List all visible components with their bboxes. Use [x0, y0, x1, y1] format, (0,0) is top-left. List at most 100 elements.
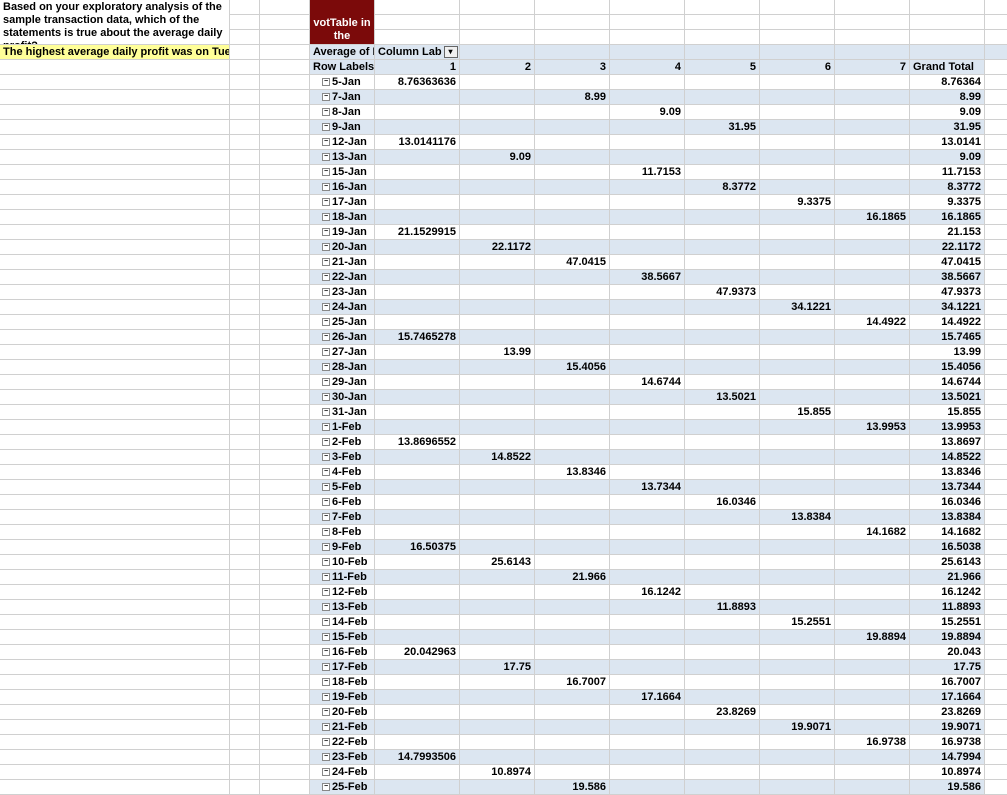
data-cell — [685, 135, 760, 150]
collapse-icon[interactable]: − — [322, 258, 330, 266]
row-labels-header[interactable]: Row Labels▾ — [310, 60, 375, 75]
row-label[interactable]: −17-Jan — [310, 195, 375, 210]
row-label[interactable]: −19-Jan — [310, 225, 375, 240]
collapse-icon[interactable]: − — [322, 423, 330, 431]
row-label[interactable]: −26-Jan — [310, 330, 375, 345]
collapse-icon[interactable]: − — [322, 693, 330, 701]
collapse-icon[interactable]: − — [322, 723, 330, 731]
row-label[interactable]: −21-Feb — [310, 720, 375, 735]
collapse-icon[interactable]: − — [322, 588, 330, 596]
row-label[interactable]: −15-Jan — [310, 165, 375, 180]
row-label[interactable]: −18-Feb — [310, 675, 375, 690]
collapse-icon[interactable]: − — [322, 453, 330, 461]
collapse-icon[interactable]: − — [322, 768, 330, 776]
collapse-icon[interactable]: − — [322, 138, 330, 146]
collapse-icon[interactable]: − — [322, 198, 330, 206]
collapse-icon[interactable]: − — [322, 438, 330, 446]
row-label[interactable]: −20-Jan — [310, 240, 375, 255]
row-label[interactable]: −25-Feb — [310, 780, 375, 795]
collapse-icon[interactable]: − — [322, 663, 330, 671]
row-label[interactable]: −9-Jan — [310, 120, 375, 135]
collapse-icon[interactable]: − — [322, 288, 330, 296]
filter-dropdown-icon[interactable]: ▾ — [444, 46, 458, 58]
row-label[interactable]: −1-Feb — [310, 420, 375, 435]
row-label[interactable]: −16-Feb — [310, 645, 375, 660]
row-label[interactable]: −5-Jan — [310, 75, 375, 90]
row-label[interactable]: −22-Jan — [310, 270, 375, 285]
collapse-icon[interactable]: − — [322, 243, 330, 251]
collapse-icon[interactable]: − — [322, 348, 330, 356]
row-label[interactable]: −18-Jan — [310, 210, 375, 225]
collapse-icon[interactable]: − — [322, 93, 330, 101]
row-label[interactable]: −21-Jan — [310, 255, 375, 270]
row-label[interactable]: −17-Feb — [310, 660, 375, 675]
collapse-icon[interactable]: − — [322, 408, 330, 416]
row-label[interactable]: −16-Jan — [310, 180, 375, 195]
row-label[interactable]: −2-Feb — [310, 435, 375, 450]
row-label[interactable]: −5-Feb — [310, 480, 375, 495]
row-label[interactable]: −14-Feb — [310, 615, 375, 630]
row-label[interactable]: −12-Jan — [310, 135, 375, 150]
row-label[interactable]: −15-Feb — [310, 630, 375, 645]
collapse-icon[interactable]: − — [322, 753, 330, 761]
row-label[interactable]: −27-Jan — [310, 345, 375, 360]
collapse-icon[interactable]: − — [322, 168, 330, 176]
collapse-icon[interactable]: − — [322, 228, 330, 236]
collapse-icon[interactable]: − — [322, 558, 330, 566]
collapse-icon[interactable]: − — [322, 153, 330, 161]
row-label[interactable]: −7-Feb — [310, 510, 375, 525]
collapse-icon[interactable]: − — [322, 483, 330, 491]
row-label[interactable]: −12-Feb — [310, 585, 375, 600]
collapse-icon[interactable]: − — [322, 603, 330, 611]
collapse-icon[interactable]: − — [322, 528, 330, 536]
row-label[interactable]: −13-Feb — [310, 600, 375, 615]
row-label[interactable]: −8-Jan — [310, 105, 375, 120]
collapse-icon[interactable]: − — [322, 303, 330, 311]
row-label[interactable]: −6-Feb — [310, 495, 375, 510]
collapse-icon[interactable]: − — [322, 363, 330, 371]
row-label[interactable]: −24-Jan — [310, 300, 375, 315]
collapse-icon[interactable]: − — [322, 498, 330, 506]
collapse-icon[interactable]: − — [322, 183, 330, 191]
collapse-icon[interactable]: − — [322, 708, 330, 716]
collapse-icon[interactable]: − — [322, 648, 330, 656]
row-label[interactable]: −28-Jan — [310, 360, 375, 375]
row-label[interactable]: −30-Jan — [310, 390, 375, 405]
row-label[interactable]: −31-Jan — [310, 405, 375, 420]
collapse-icon[interactable]: − — [322, 783, 330, 791]
collapse-icon[interactable]: − — [322, 393, 330, 401]
row-label[interactable]: −29-Jan — [310, 375, 375, 390]
collapse-icon[interactable]: − — [322, 618, 330, 626]
row-label[interactable]: −9-Feb — [310, 540, 375, 555]
collapse-icon[interactable]: − — [322, 78, 330, 86]
row-label[interactable]: −24-Feb — [310, 765, 375, 780]
collapse-icon[interactable]: − — [322, 678, 330, 686]
row-label[interactable]: −23-Feb — [310, 750, 375, 765]
row-label[interactable]: −25-Jan — [310, 315, 375, 330]
pivot-cols-header[interactable]: Column Lab▾ — [375, 45, 460, 60]
row-label[interactable]: −13-Jan — [310, 150, 375, 165]
row-label[interactable]: −11-Feb — [310, 570, 375, 585]
collapse-icon[interactable]: − — [322, 273, 330, 281]
row-label[interactable]: −23-Jan — [310, 285, 375, 300]
collapse-icon[interactable]: − — [322, 633, 330, 641]
collapse-icon[interactable]: − — [322, 318, 330, 326]
collapse-icon[interactable]: − — [322, 573, 330, 581]
collapse-icon[interactable]: − — [322, 378, 330, 386]
row-label[interactable]: −8-Feb — [310, 525, 375, 540]
collapse-icon[interactable]: − — [322, 213, 330, 221]
collapse-icon[interactable]: − — [322, 333, 330, 341]
row-label[interactable]: −7-Jan — [310, 90, 375, 105]
row-label[interactable]: −3-Feb — [310, 450, 375, 465]
row-label[interactable]: −19-Feb — [310, 690, 375, 705]
collapse-icon[interactable]: − — [322, 738, 330, 746]
row-label[interactable]: −20-Feb — [310, 705, 375, 720]
collapse-icon[interactable]: − — [322, 108, 330, 116]
collapse-icon[interactable]: − — [322, 543, 330, 551]
collapse-icon[interactable]: − — [322, 468, 330, 476]
collapse-icon[interactable]: − — [322, 513, 330, 521]
collapse-icon[interactable]: − — [322, 123, 330, 131]
row-label[interactable]: −22-Feb — [310, 735, 375, 750]
row-label[interactable]: −4-Feb — [310, 465, 375, 480]
row-label[interactable]: −10-Feb — [310, 555, 375, 570]
